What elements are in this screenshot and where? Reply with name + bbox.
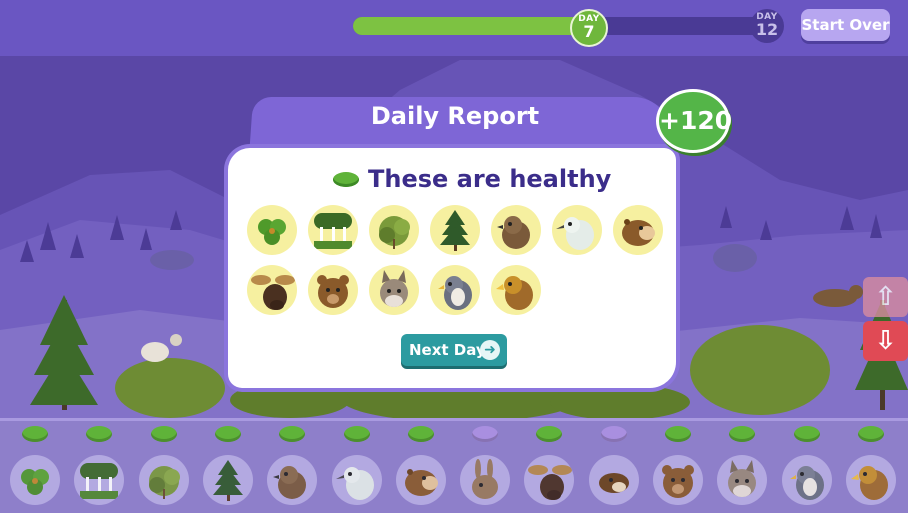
tray-marmot-icon[interactable] [395, 455, 446, 505]
score-badge: +120 [656, 89, 732, 153]
mushrooms-icon [308, 205, 358, 255]
report-title: Daily Report [370, 102, 540, 130]
day-progress-bar [353, 17, 773, 35]
health-indicator [665, 426, 691, 442]
health-indicator [214, 426, 241, 442]
health-indicator [22, 426, 48, 442]
arrow-right-icon: ➜ [480, 340, 500, 360]
arrow-up-icon[interactable]: ⇧ [863, 277, 908, 317]
health-indicator [343, 426, 370, 442]
tray-weasel-icon[interactable] [588, 455, 639, 505]
top-bar: DAY 7 DAY 12 Start Over [0, 0, 908, 56]
shrub-icon [369, 205, 419, 255]
health-indicator [279, 426, 306, 442]
pine-tree-icon [430, 205, 480, 255]
next-day-label: Next Day [409, 341, 486, 359]
ptarmigan-icon [552, 205, 602, 255]
health-indicator [472, 426, 499, 442]
current-day-number: 7 [583, 22, 595, 41]
day-progress-fill [353, 17, 584, 35]
healthy-status-dot [333, 171, 359, 187]
health-indicator [150, 426, 177, 442]
grouse-icon [491, 205, 541, 255]
clover-icon [247, 205, 297, 255]
tray-lynx-icon[interactable] [717, 455, 768, 505]
tray-shrub-icon[interactable] [138, 455, 189, 505]
falcon-icon [430, 265, 480, 315]
tray-clover-icon[interactable] [10, 455, 60, 505]
tray-pine-tree-icon[interactable] [202, 455, 253, 505]
status-text: These are healthy [368, 165, 612, 193]
arrow-down-icon[interactable]: ⇩ [863, 321, 908, 361]
tray-grouse-icon[interactable] [267, 455, 318, 505]
final-day-marker: DAY 12 [750, 9, 784, 43]
start-over-button[interactable]: Start Over [801, 9, 890, 41]
health-indicator [407, 426, 434, 442]
marmot-icon [613, 205, 663, 255]
side-scroll-controls: ⇧ ⇩ [863, 277, 908, 361]
tray-falcon-icon[interactable] [781, 455, 832, 505]
health-indicator [600, 426, 627, 442]
species-tray [0, 418, 908, 513]
lynx-icon [369, 265, 419, 315]
bear-icon [308, 265, 358, 315]
final-day-number: 12 [755, 20, 779, 39]
health-indicator [857, 426, 884, 442]
tray-bear-icon[interactable] [653, 455, 703, 505]
tray-ptarmigan-icon[interactable] [331, 455, 382, 505]
tray-mushrooms-icon[interactable] [74, 455, 125, 505]
tray-eagle-icon[interactable] [845, 455, 896, 505]
current-day-marker: DAY 7 [570, 9, 608, 47]
moose-icon [247, 265, 297, 315]
eagle-icon [491, 265, 541, 315]
tray-hare-icon[interactable] [460, 455, 511, 505]
next-day-button[interactable]: Next Day ➜ [401, 334, 507, 366]
health-indicator [793, 426, 820, 442]
status-row: These are healthy [333, 162, 611, 196]
